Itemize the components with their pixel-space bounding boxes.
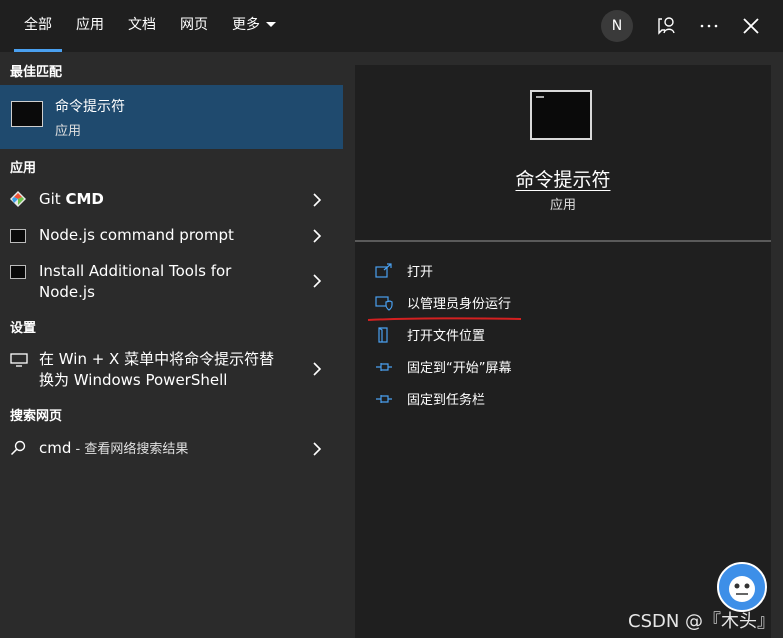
best-match-item[interactable]: 命令提示符 应用 <box>0 85 343 149</box>
action-pin-to-start-label: 固定到“开始”屏幕 <box>407 361 512 376</box>
display-icon <box>10 353 28 367</box>
list-item-install-tools[interactable]: Install Additional Tools for Node.js <box>0 260 343 304</box>
file-location-icon <box>378 327 388 343</box>
console-icon <box>10 229 26 243</box>
search-icon <box>10 440 26 456</box>
command-prompt-icon <box>11 101 43 127</box>
tab-documents[interactable]: 文档 <box>128 0 156 52</box>
account-avatar[interactable]: N <box>601 10 633 42</box>
list-item-web-search[interactable]: cmd - 查看网络搜索结果 <box>0 435 343 461</box>
chevron-down-icon <box>266 21 276 27</box>
install-tools-label: Install Additional Tools for Node.js <box>39 262 232 301</box>
action-open-file-location-label: 打开文件位置 <box>407 329 486 344</box>
pin-icon <box>376 395 392 403</box>
console-icon <box>10 265 26 279</box>
chevron-right-icon[interactable] <box>311 441 323 457</box>
search-top-bar: 全部 应用 文档 网页 更多 N <box>0 0 783 52</box>
pin-icon <box>376 363 392 371</box>
annotation-underline <box>367 317 522 321</box>
chevron-right-icon[interactable] <box>311 273 323 289</box>
watermark-avatar <box>717 562 767 612</box>
tab-all[interactable]: 全部 <box>14 0 62 52</box>
chevron-right-icon[interactable] <box>311 228 323 244</box>
best-match-header: 最佳匹配 <box>10 65 63 80</box>
web-search-label: cmd - 查看网络搜索结果 <box>39 438 188 460</box>
mascot-icon <box>729 576 755 602</box>
action-open-label: 打开 <box>407 265 434 280</box>
tab-apps[interactable]: 应用 <box>76 0 104 52</box>
action-run-as-admin-label: 以管理员身份运行 <box>407 297 512 312</box>
web-search-suffix: - 查看网络搜索结果 <box>71 442 189 457</box>
tab-more[interactable]: 更多 <box>232 0 276 52</box>
best-match-subtitle: 应用 <box>55 124 82 139</box>
detail-panel: 命令提示符 应用 打开 以管理员身份运行 打开文件位置 固定到“开始”屏幕 固定… <box>355 65 771 638</box>
divider <box>355 240 771 242</box>
list-item-nodejs-prompt[interactable]: Node.js command prompt <box>0 222 343 248</box>
open-icon <box>375 263 392 278</box>
action-pin-to-taskbar-label: 固定到任务栏 <box>407 393 486 408</box>
close-icon[interactable] <box>737 12 765 40</box>
git-icon <box>10 191 26 207</box>
list-item-git-cmd[interactable]: Git CMD <box>0 186 343 212</box>
git-cmd-label-prefix: Git <box>39 190 66 208</box>
detail-title[interactable]: 命令提示符 <box>355 165 771 192</box>
watermark-text: CSDN @『木头』 <box>628 611 776 632</box>
winx-setting-label: 在 Win + X 菜单中将命令提示符替换为 Windows PowerShel… <box>39 350 275 389</box>
results-panel: 最佳匹配 命令提示符 应用 应用 Git CMD Node.js command… <box>0 52 343 638</box>
detail-subtitle: 应用 <box>549 198 576 213</box>
chevron-right-icon[interactable] <box>311 361 323 377</box>
tab-more-label: 更多 <box>232 17 260 33</box>
list-item-winx-setting[interactable]: 在 Win + X 菜单中将命令提示符替换为 Windows PowerShel… <box>0 348 343 392</box>
chevron-right-icon[interactable] <box>311 192 323 208</box>
web-search-query: cmd <box>39 439 72 457</box>
best-match-title: 命令提示符 <box>55 99 125 115</box>
git-cmd-label: Git CMD <box>39 189 104 210</box>
feedback-icon[interactable] <box>653 12 681 40</box>
apps-header: 应用 <box>10 161 37 176</box>
git-cmd-label-bold: CMD <box>65 190 104 208</box>
settings-header: 设置 <box>10 321 37 336</box>
web-search-header: 搜索网页 <box>10 409 63 424</box>
command-prompt-large-icon <box>530 90 592 140</box>
shield-icon <box>375 296 393 311</box>
more-options-icon[interactable] <box>695 12 723 40</box>
nodejs-prompt-label: Node.js command prompt <box>39 226 234 244</box>
tab-web[interactable]: 网页 <box>180 0 208 52</box>
